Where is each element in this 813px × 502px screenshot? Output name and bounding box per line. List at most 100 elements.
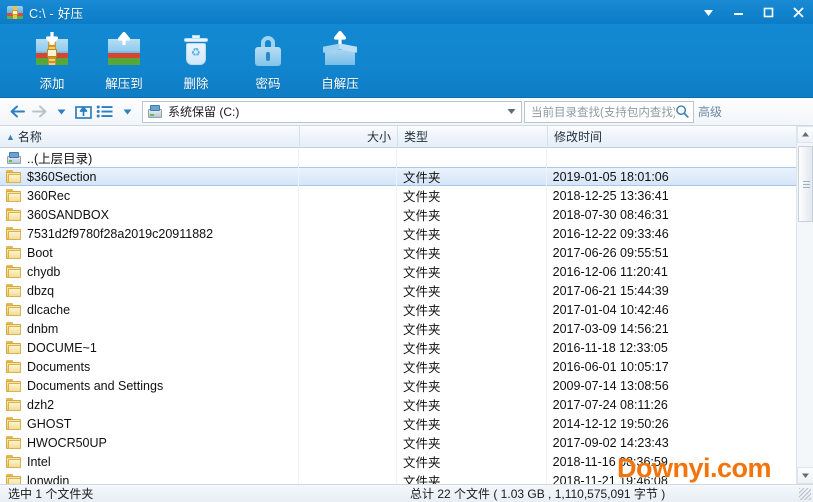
cell-type: 文件夹 bbox=[397, 243, 547, 262]
history-dropdown-button[interactable] bbox=[50, 99, 72, 125]
file-type-label: 文件夹 bbox=[403, 190, 441, 204]
table-row[interactable]: 7531d2f9780f28a2019c20911882 文件夹 2016-12-2… bbox=[0, 224, 796, 243]
file-modified-label: 2017-06-26 09:55:51 bbox=[552, 245, 669, 260]
folder-icon bbox=[6, 322, 21, 335]
cell-type: 文件夹 bbox=[397, 186, 547, 205]
file-name-label: dzh2 bbox=[27, 397, 55, 412]
search-input[interactable]: 当前目录查找(支持包内查找) bbox=[531, 104, 675, 120]
cell-size bbox=[299, 186, 397, 205]
cell-type: 文件夹 bbox=[397, 395, 547, 414]
cell-size bbox=[299, 452, 397, 471]
search-box[interactable]: 当前目录查找(支持包内查找) bbox=[524, 100, 694, 123]
cell-name: chydb bbox=[0, 262, 300, 281]
maximize-button[interactable] bbox=[753, 0, 783, 24]
extract-to-button[interactable]: 解压到 bbox=[88, 28, 160, 96]
table-row[interactable]: GHOST 文件夹 2014-12-12 19:50:26 bbox=[0, 414, 796, 433]
table-row[interactable]: 360Rec 文件夹 2018-12-25 13:36:41 bbox=[0, 186, 796, 205]
table-row[interactable]: Boot 文件夹 2017-06-26 09:55:51 bbox=[0, 243, 796, 262]
folder-icon bbox=[6, 417, 21, 430]
advanced-search-link[interactable]: 高级 bbox=[698, 103, 722, 120]
cell-size bbox=[299, 338, 397, 357]
table-row[interactable]: Intel 文件夹 2018-11-16 08:36:59 bbox=[0, 452, 796, 471]
minimize-button[interactable] bbox=[723, 0, 753, 24]
cell-type: 文件夹 bbox=[397, 300, 547, 319]
folder-icon bbox=[6, 284, 21, 297]
scroll-up-button[interactable] bbox=[797, 126, 813, 143]
cell-modified-time: 2018-12-25 13:36:41 bbox=[547, 186, 796, 205]
vertical-scrollbar[interactable] bbox=[796, 126, 813, 484]
file-name-label: $360Section bbox=[27, 169, 97, 184]
table-row[interactable]: dnbm 文件夹 2017-03-09 14:56:21 bbox=[0, 319, 796, 338]
resize-grip-icon[interactable] bbox=[799, 487, 811, 500]
self-extract-button-label: 自解压 bbox=[321, 77, 359, 91]
file-name-label: 7531d2f9780f28a2019c20911882 bbox=[27, 226, 214, 241]
table-row[interactable]: dbzq 文件夹 2017-06-21 15:44:39 bbox=[0, 281, 796, 300]
close-button[interactable] bbox=[783, 0, 813, 24]
file-modified-label: 2018-11-16 08:36:59 bbox=[552, 454, 668, 469]
column-header-time-label: 修改时间 bbox=[554, 130, 603, 144]
table-row[interactable]: dlcache 文件夹 2017-01-04 10:42:46 bbox=[0, 300, 796, 319]
file-list[interactable]: ..(上层目录) $360Section 文件夹 2019-01-05 18:01:0… bbox=[0, 148, 796, 484]
table-row[interactable]: Documents 文件夹 2016-06-01 10:05:17 bbox=[0, 357, 796, 376]
file-name-label: HWOCR50UP bbox=[27, 435, 107, 450]
cell-name: ..(上层目录) bbox=[0, 148, 300, 167]
file-modified-label: 2018-12-25 13:36:41 bbox=[552, 188, 669, 203]
file-type-label: 文件夹 bbox=[403, 266, 441, 280]
table-row[interactable]: lonwdin 文件夹 2018-11-21 19:46:08 bbox=[0, 471, 796, 484]
folder-icon bbox=[6, 246, 21, 259]
menu-chevron-button[interactable] bbox=[693, 0, 723, 24]
table-row[interactable]: DOCUME~1 文件夹 2016-11-18 12:33:05 bbox=[0, 338, 796, 357]
add-button[interactable]: 添加 bbox=[16, 28, 88, 96]
cell-modified-time: 2018-07-30 08:46:31 bbox=[547, 205, 796, 224]
add-archive-icon bbox=[32, 31, 72, 71]
file-type-label: 文件夹 bbox=[403, 323, 441, 337]
back-arrow-icon bbox=[10, 105, 25, 118]
file-modified-label: 2014-12-12 19:50:26 bbox=[552, 416, 669, 431]
folder-icon bbox=[6, 208, 21, 221]
window-controls bbox=[693, 0, 813, 24]
cell-type: 文件夹 bbox=[397, 414, 547, 433]
search-icon[interactable] bbox=[675, 104, 690, 119]
table-row[interactable]: chydb 文件夹 2016-12-06 11:20:41 bbox=[0, 262, 796, 281]
table-row[interactable]: ..(上层目录) bbox=[0, 148, 796, 167]
table-row[interactable]: $360Section 文件夹 2019-01-05 18:01:06 bbox=[0, 167, 796, 186]
cell-modified-time bbox=[547, 148, 796, 167]
table-row[interactable]: HWOCR50UP 文件夹 2017-09-02 14:23:43 bbox=[0, 433, 796, 452]
cell-size bbox=[299, 243, 397, 262]
scroll-down-button[interactable] bbox=[797, 467, 813, 484]
path-dropdown-button[interactable] bbox=[506, 105, 517, 119]
delete-button[interactable]: ♻ 删除 bbox=[160, 28, 232, 96]
cell-name: dbzq bbox=[0, 281, 300, 300]
folder-icon bbox=[6, 455, 21, 468]
cell-name: Boot bbox=[0, 243, 300, 262]
column-header-name[interactable]: ▲ 名称 bbox=[0, 125, 300, 148]
forward-button[interactable] bbox=[28, 99, 50, 125]
up-directory-button[interactable] bbox=[72, 99, 94, 125]
scrollbar-thumb[interactable] bbox=[798, 146, 813, 222]
path-address-bar[interactable]: 系统保留 (C:) bbox=[142, 100, 522, 123]
status-bar: 选中 1 个文件夹 总计 22 个文件 ( 1.03 GB , 1,110,57… bbox=[0, 484, 813, 502]
cell-size bbox=[299, 262, 397, 281]
table-row[interactable]: 360SANDBOX 文件夹 2018-07-30 08:46:31 bbox=[0, 205, 796, 224]
file-modified-label: 2016-11-18 12:33:05 bbox=[552, 340, 668, 355]
column-header-time[interactable]: 修改时间 bbox=[548, 125, 798, 148]
cell-modified-time: 2016-06-01 10:05:17 bbox=[547, 357, 796, 376]
back-button[interactable] bbox=[6, 99, 28, 125]
up-folder-icon bbox=[74, 106, 92, 119]
view-mode-button[interactable] bbox=[94, 99, 116, 125]
file-type-label: 文件夹 bbox=[403, 209, 441, 223]
table-row[interactable]: dzh2 文件夹 2017-07-24 08:11:26 bbox=[0, 395, 796, 414]
extract-to-icon bbox=[104, 31, 144, 71]
file-type-label: 文件夹 bbox=[403, 475, 441, 484]
chevron-up-icon bbox=[802, 132, 809, 137]
cell-type bbox=[397, 148, 547, 167]
cell-modified-time: 2018-11-21 19:46:08 bbox=[547, 471, 796, 485]
password-button[interactable]: 密码 bbox=[232, 28, 304, 96]
file-type-label: 文件夹 bbox=[403, 285, 441, 299]
self-extract-button[interactable]: 自解压 bbox=[304, 28, 376, 96]
view-mode-dropdown-button[interactable] bbox=[116, 99, 138, 125]
cell-modified-time: 2017-01-04 10:42:46 bbox=[547, 300, 796, 319]
table-row[interactable]: Documents and Settings 文件夹 2009-07-14 13:0… bbox=[0, 376, 796, 395]
column-header-size[interactable]: 大小 bbox=[300, 125, 398, 148]
column-header-type[interactable]: 类型 bbox=[398, 125, 548, 148]
